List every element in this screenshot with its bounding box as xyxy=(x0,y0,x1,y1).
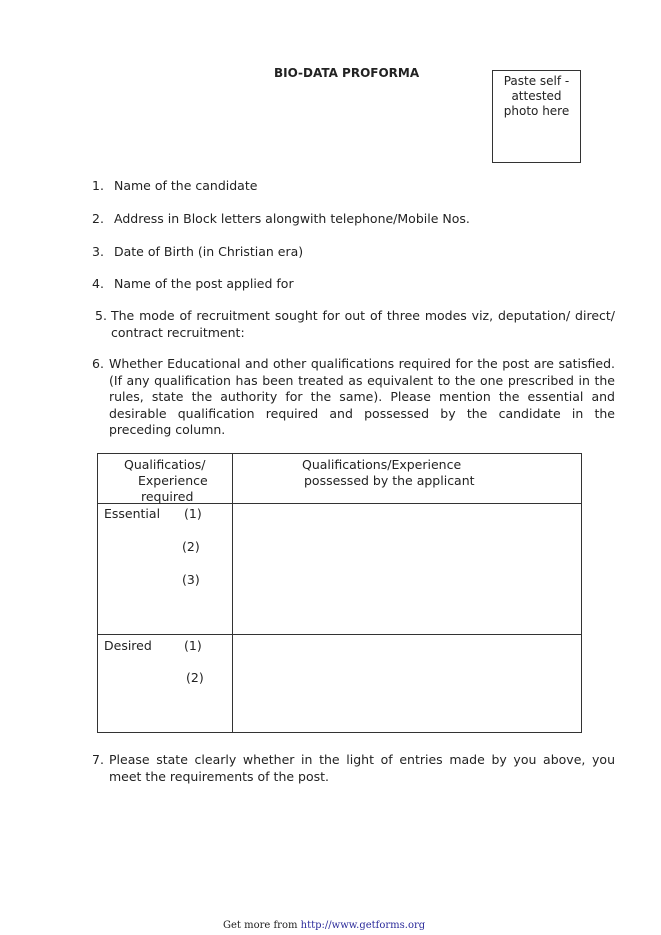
item-number: 7. xyxy=(92,752,104,767)
item-text: Name of the candidate xyxy=(114,178,258,193)
essential-entry: (3) xyxy=(182,572,200,587)
photo-placeholder-box: Paste self - attested photo here xyxy=(492,70,581,163)
item-number: 1. xyxy=(92,178,104,193)
essential-entry: (2) xyxy=(182,539,200,554)
item-qualifications: 6. Whether Educational and other qualifi… xyxy=(92,356,615,439)
header-possessed-line: possessed by the applicant xyxy=(304,473,475,488)
table-divider xyxy=(232,454,233,732)
table-divider xyxy=(98,634,581,635)
desired-label: Desired xyxy=(104,638,152,653)
header-possessed-line: Qualifications/Experience xyxy=(302,457,462,472)
item-text: Date of Birth (in Christian era) xyxy=(114,244,304,259)
essential-label: Essential xyxy=(104,506,161,521)
desired-entry: (1) xyxy=(184,638,202,653)
qualifications-table: Qualificatios/ Experience required Quali… xyxy=(97,453,582,733)
item-text: Please state clearly whether in the ligh… xyxy=(109,752,615,784)
footer: Get more from http://www.getforms.org xyxy=(223,920,425,931)
item-recruitment-mode: 5. The mode of recruitment sought for ou… xyxy=(95,308,615,341)
footer-prefix: Get more from xyxy=(223,920,301,931)
item-number: 2. xyxy=(92,211,104,226)
footer-link[interactable]: http://www.getforms.org xyxy=(301,920,426,931)
photo-box-line: attested xyxy=(511,89,562,103)
item-requirements-met: 7. Please state clearly whether in the l… xyxy=(92,752,615,785)
item-number: 3. xyxy=(92,244,104,259)
item-text: The mode of recruitment sought for out o… xyxy=(111,308,615,340)
photo-box-line: Paste self - xyxy=(503,74,570,88)
essential-entry: (1) xyxy=(184,506,202,521)
header-required-line: Experience xyxy=(138,473,208,488)
item-number: 6. xyxy=(92,356,104,371)
item-number: 5. xyxy=(95,308,107,323)
header-required-line: Qualificatios/ xyxy=(124,457,206,472)
item-text: Address in Block letters alongwith telep… xyxy=(114,211,470,226)
document-title: BIO-DATA PROFORMA xyxy=(274,66,420,80)
header-required-line: required xyxy=(141,489,194,504)
photo-box-line: photo here xyxy=(503,104,570,118)
item-number: 4. xyxy=(92,276,104,291)
item-text: Whether Educational and other qualificat… xyxy=(109,356,615,437)
desired-entry: (2) xyxy=(186,670,204,685)
item-text: Name of the post applied for xyxy=(114,276,294,291)
